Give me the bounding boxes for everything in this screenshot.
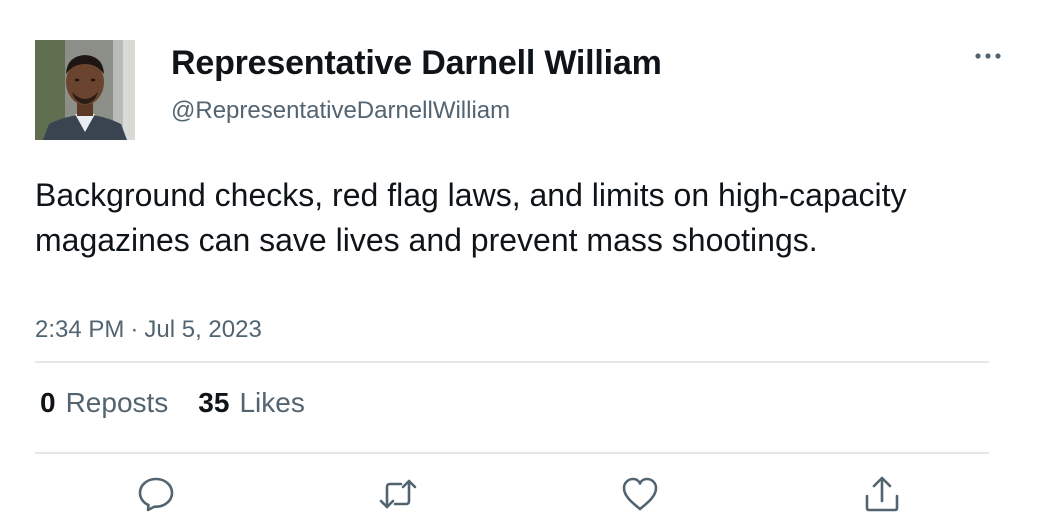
like-icon [622,477,658,511]
likes-label: Likes [239,387,305,418]
engagement-stats: 0 Reposts 35 Likes [40,387,305,419]
repost-icon [379,479,417,509]
more-horizontal-icon [975,53,1001,59]
display-name[interactable]: Representative Darnell William [171,44,662,83]
share-button[interactable] [862,474,902,514]
reposts-count: 0 [40,387,56,418]
likes-stat[interactable]: 35 Likes [198,387,305,419]
avatar-photo [35,40,135,140]
divider [35,452,989,454]
timestamp-separator: · [130,316,139,343]
reposts-stat[interactable]: 0 Reposts [40,387,168,419]
divider [35,361,989,363]
tweet-timestamp[interactable]: 2:34 PM · Jul 5, 2023 [35,316,262,344]
tweet-text: Background checks, red flag laws, and li… [35,177,907,258]
reply-icon [138,477,174,512]
reply-button[interactable] [136,474,176,514]
like-button[interactable] [620,474,660,514]
share-icon [865,476,899,512]
likes-count: 35 [198,387,230,418]
more-options-button[interactable] [970,44,1006,68]
reposts-label: Reposts [65,387,169,418]
tweet-time: 2:34 PM [35,316,125,343]
tweet-date: Jul 5, 2023 [144,316,262,343]
avatar[interactable] [35,40,135,140]
repost-button[interactable] [378,474,418,514]
user-handle[interactable]: @RepresentativeDarnellWilliam [171,97,510,125]
